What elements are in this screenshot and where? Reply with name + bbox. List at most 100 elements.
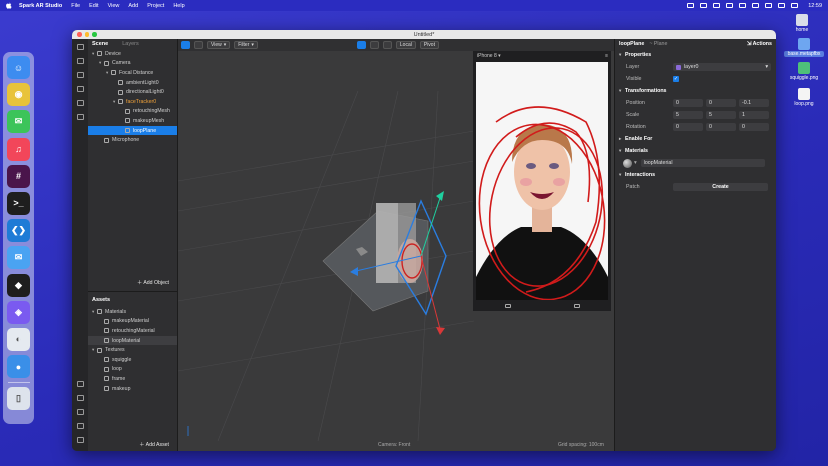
viewport[interactable]: View ▾ Filter ▾ Local Pivot iPhone 8 ▾ ≡… — [178, 39, 614, 451]
rotation-x-field[interactable]: 0 — [673, 123, 703, 131]
tree-item[interactable]: retouchingMesh — [88, 107, 177, 117]
export-icon[interactable] — [76, 381, 84, 387]
scale-tool-button[interactable] — [382, 41, 392, 49]
camera-icon[interactable] — [504, 304, 511, 308]
move-tool-button[interactable] — [356, 41, 366, 49]
chrome-icon[interactable]: ◉ — [7, 83, 30, 107]
desktop-icon-home[interactable]: home — [782, 14, 822, 33]
trash-icon[interactable]: ▯ — [7, 387, 30, 411]
scale-y-field[interactable]: 5 — [706, 111, 736, 119]
section-interactions[interactable]: ▾ Interactions — [615, 169, 776, 181]
section-materials[interactable]: ▾ Materials — [615, 145, 776, 157]
filter-dropdown[interactable]: Filter ▾ — [234, 41, 258, 49]
simulator-preview[interactable] — [476, 62, 608, 300]
audio-icon[interactable] — [726, 3, 734, 8]
position-y-field[interactable]: 0 — [706, 99, 736, 107]
tree-item[interactable]: makeupMesh — [88, 116, 177, 126]
tree-item[interactable]: ▾ Textures — [88, 345, 177, 355]
section-enable-for[interactable]: ▸ Enable For — [615, 133, 776, 145]
dropbox-icon[interactable] — [713, 3, 721, 8]
finder-icon[interactable]: ☺ — [7, 56, 30, 79]
rotation-z-field[interactable]: 0 — [739, 123, 769, 131]
scene-3d-view[interactable] — [178, 51, 474, 441]
menu-add[interactable]: Add — [128, 3, 138, 9]
device-selector[interactable]: iPhone 8 ▾ — [477, 53, 501, 59]
tree-item[interactable]: ▾ faceTracker0 — [88, 97, 177, 107]
desktop-icon-loop[interactable]: loop.png — [784, 88, 824, 107]
simulator-menu-icon[interactable]: ≡ — [605, 53, 608, 59]
rotation-y-field[interactable]: 0 — [706, 123, 736, 131]
layout-icon[interactable] — [76, 44, 84, 50]
tab-layers[interactable]: Layers — [122, 41, 139, 47]
apple-menu-icon[interactable] — [6, 2, 12, 9]
scale-x-field[interactable]: 5 — [673, 111, 703, 119]
upload-icon[interactable] — [76, 409, 84, 415]
tree-item[interactable]: ▾ Device — [88, 49, 177, 59]
messages-icon[interactable]: ✉ — [7, 110, 30, 134]
desktop-icon-base[interactable]: base.metapfbx — [784, 38, 824, 57]
tree-item[interactable]: ambientLight0 — [88, 78, 177, 88]
close-window-button[interactable] — [77, 32, 82, 37]
figma-icon[interactable]: ◆ — [7, 273, 30, 297]
touch-icon[interactable] — [573, 304, 580, 308]
rotate-tool-button[interactable] — [369, 41, 379, 49]
create-patch-button[interactable]: Create — [673, 183, 768, 191]
menu-view[interactable]: View — [108, 3, 120, 9]
zoom-window-button[interactable] — [92, 32, 97, 37]
position-z-field[interactable]: -0.1 — [739, 99, 769, 107]
chevron-down-icon[interactable]: ▾ — [634, 160, 637, 166]
section-transformations[interactable]: ▾ Transformations — [615, 85, 776, 97]
tree-item[interactable]: loopMaterial — [88, 335, 177, 346]
tree-item[interactable]: makeup — [88, 384, 177, 394]
tree-item[interactable]: ▾ Focal Distance — [88, 68, 177, 78]
tweetbot-icon[interactable]: ● — [7, 355, 30, 379]
settings-icon[interactable] — [76, 423, 84, 429]
vscode-icon[interactable]: ❮❯ — [7, 219, 30, 243]
desktop-icon-squiggle[interactable]: squiggle.png — [784, 62, 824, 81]
scale-z-field[interactable]: 1 — [739, 111, 769, 119]
mail-icon[interactable]: ✉ — [7, 246, 30, 270]
tree-item[interactable]: Microphone — [88, 135, 177, 145]
tree-item[interactable]: ▾ Materials — [88, 307, 177, 317]
square-icon[interactable] — [76, 86, 84, 92]
refresh-icon[interactable] — [76, 100, 84, 106]
tree-item[interactable]: frame — [88, 374, 177, 384]
wifi-icon[interactable] — [765, 3, 773, 8]
menubar-clock[interactable]: 12:59 — [808, 3, 822, 9]
tab-scene[interactable]: Scene — [92, 41, 108, 47]
tree-item[interactable]: loopPlane — [88, 125, 177, 136]
view-dropdown[interactable]: View ▾ — [207, 41, 231, 49]
add-asset-button[interactable]: ＋ Add Asset — [139, 441, 169, 448]
bluetooth-icon[interactable] — [739, 3, 747, 8]
tree-item[interactable]: makeupMaterial — [88, 317, 177, 327]
search-icon[interactable] — [76, 114, 84, 120]
display-icon[interactable] — [700, 3, 708, 8]
split-view-button[interactable] — [194, 41, 203, 49]
tree-item[interactable]: squiggle — [88, 355, 177, 365]
window-titlebar[interactable]: Untitled* — [72, 30, 776, 39]
terminal-icon[interactable]: >_ — [7, 191, 30, 215]
menu-project[interactable]: Project — [147, 3, 164, 9]
single-view-button[interactable] — [181, 41, 190, 49]
slack-icon[interactable]: # — [7, 164, 30, 188]
minimize-window-button[interactable] — [84, 32, 89, 37]
menu-edit[interactable]: Edit — [89, 3, 98, 9]
tree-item[interactable]: retouchingMaterial — [88, 326, 177, 336]
tree-item[interactable]: loop — [88, 365, 177, 375]
local-toggle[interactable]: Local — [395, 41, 416, 49]
blender-icon[interactable]: ◐ — [7, 327, 30, 351]
section-properties[interactable]: ▾ Properties — [615, 49, 776, 61]
position-x-field[interactable]: 0 — [673, 99, 703, 107]
search-icon[interactable] — [778, 3, 786, 8]
tree-item[interactable]: directionalLight0 — [88, 87, 177, 97]
menu-file[interactable]: File — [71, 3, 80, 9]
material-select[interactable]: loopMaterial — [640, 159, 765, 167]
patch-editor-icon[interactable] — [76, 72, 84, 78]
battery-icon[interactable] — [752, 3, 760, 8]
pivot-toggle[interactable]: Pivot — [419, 41, 439, 49]
layer-select[interactable]: layer0 ▾ — [673, 63, 771, 71]
visible-checkbox[interactable]: ✓ — [673, 76, 679, 82]
control-center-icon[interactable] — [791, 3, 799, 8]
tree-item[interactable]: ▾ Camera — [88, 59, 177, 69]
panel-toggle-icon[interactable] — [76, 437, 84, 443]
